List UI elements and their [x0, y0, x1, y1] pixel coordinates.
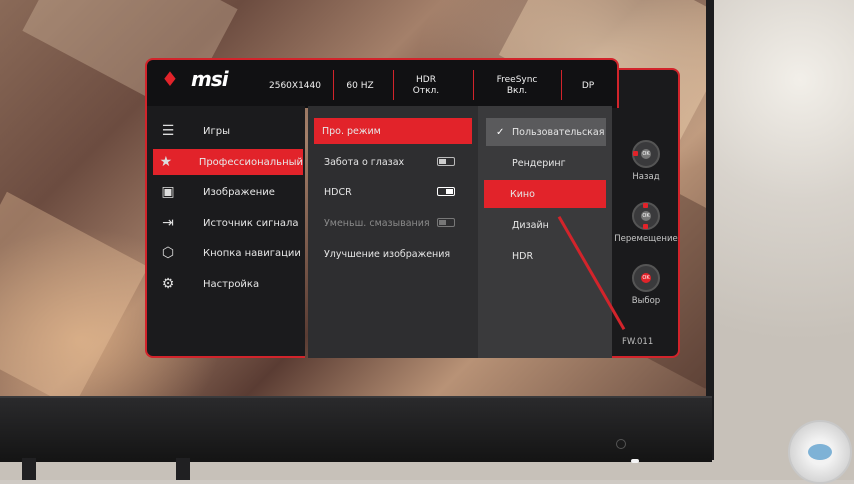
- joystick-left-icon: OK: [632, 140, 660, 168]
- main-menu: ☰ Игры ★ Профессиональный ▣ Изображение …: [145, 106, 305, 358]
- submenu-hdcr[interactable]: HDCR: [316, 179, 471, 205]
- osd-header: ♦ msi 2560X1440 60 HZ HDR Откл. FreeSync…: [145, 58, 619, 108]
- eye-care-toggle[interactable]: [437, 157, 455, 166]
- status-refresh-rate: 60 HZ: [346, 80, 374, 91]
- back-control[interactable]: OK Назад: [622, 140, 670, 182]
- dragon-icon: ♦: [161, 67, 179, 91]
- move-control[interactable]: OK Перемещение: [614, 202, 678, 244]
- gear-icon: ⚙: [161, 276, 175, 292]
- submenu-pro-mode[interactable]: Про. режим: [314, 118, 472, 144]
- msi-logo: ♦ msi: [161, 67, 229, 91]
- gamepad-icon: ☰: [161, 123, 175, 139]
- move-label: Перемещение: [614, 234, 678, 244]
- status-input-port: DP: [581, 80, 595, 91]
- select-label: Выбор: [631, 296, 661, 306]
- monitor-bezel-bottom: [0, 396, 712, 462]
- pro-mode-options: ✓ Пользовательская Рендеринг Кино Дизайн…: [478, 106, 612, 358]
- osd-navigation-panel: OK Назад OK Перемещение OK Выбор FW.011: [612, 68, 680, 358]
- monitor-bezel-right: [706, 0, 714, 460]
- power-led: [631, 459, 639, 463]
- image-icon: ▣: [161, 184, 175, 200]
- back-label: Назад: [632, 172, 660, 182]
- monitor-stand-left: [22, 458, 36, 480]
- firmware-version: FW.011: [622, 337, 654, 347]
- option-user[interactable]: ✓ Пользовательская: [486, 118, 606, 146]
- status-hdr: HDR Откл.: [412, 75, 440, 96]
- status-freesync: FreeSync Вкл.: [496, 75, 538, 96]
- submenu-eye-care[interactable]: Забота о глазах: [316, 149, 471, 175]
- power-button[interactable]: [616, 439, 626, 449]
- menu-item-input-source[interactable]: ⇥ Источник сигнала: [153, 210, 303, 236]
- osd-menu: OK Назад OK Перемещение OK Выбор FW.011 …: [145, 58, 680, 358]
- option-cinema[interactable]: Кино: [484, 180, 606, 208]
- blur-reduction-toggle: [437, 218, 455, 227]
- input-source-icon: ⇥: [162, 215, 174, 231]
- select-control[interactable]: OK Выбор: [622, 264, 670, 306]
- option-design[interactable]: Дизайн: [486, 211, 606, 239]
- star-icon: ★: [159, 154, 173, 170]
- option-rendering[interactable]: Рендеринг: [486, 149, 606, 177]
- submenu-image-enhancement[interactable]: Улучшение изображения: [316, 241, 471, 267]
- menu-item-gaming[interactable]: ☰ Игры: [153, 118, 303, 144]
- joystick-updown-icon: OK: [632, 202, 660, 230]
- submenu-blur-reduction: Уменьш. смазывания: [316, 210, 471, 236]
- menu-item-settings[interactable]: ⚙ Настройка: [153, 271, 303, 297]
- menu-item-professional[interactable]: ★ Профессиональный: [153, 149, 303, 175]
- professional-submenu: Про. режим Забота о глазах HDCR Уменьш. …: [308, 106, 478, 358]
- monitor-stand-right: [176, 458, 190, 480]
- menu-item-image[interactable]: ▣ Изображение: [153, 179, 303, 205]
- joystick-press-icon: OK: [632, 264, 660, 292]
- menu-item-navigation-key[interactable]: ⬡ Кнопка навигации: [153, 240, 303, 266]
- hdcr-toggle[interactable]: [437, 187, 455, 196]
- watermark-logo: [788, 420, 852, 484]
- status-resolution: 2560X1440: [269, 80, 321, 91]
- navigation-key-icon: ⬡: [161, 245, 175, 261]
- checkmark-icon: ✓: [496, 126, 505, 138]
